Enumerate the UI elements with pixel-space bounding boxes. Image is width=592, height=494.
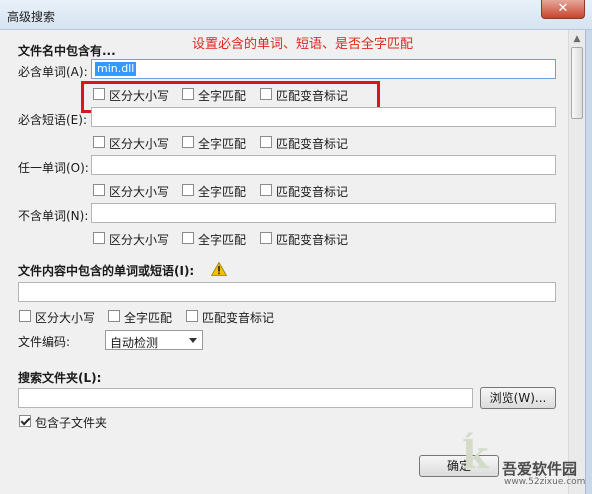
- row3-diacritics-label: 匹配变音标记: [276, 185, 349, 199]
- subfolders-label: 包含子文件夹: [35, 416, 108, 430]
- required-words-value: min.dll: [95, 62, 137, 76]
- encoding-label: 文件编码:: [18, 335, 71, 349]
- folder-section-title: 搜索文件夹(L):: [18, 371, 102, 385]
- row3-diacritics-checkbox[interactable]: [260, 184, 272, 196]
- warning-icon: [211, 262, 227, 276]
- row4-whole-word-label: 全字匹配: [198, 233, 247, 247]
- red-annotation-text: 设置必含的单词、短语、是否全字匹配: [192, 37, 414, 52]
- scroll-up-arrow-icon[interactable]: ▲: [569, 32, 585, 46]
- any-word-input[interactable]: [91, 155, 556, 175]
- row3-whole-word-label: 全字匹配: [198, 185, 247, 199]
- content-case-checkbox[interactable]: [19, 310, 31, 322]
- encoding-value: 自动检测: [110, 336, 159, 350]
- content-section-title: 文件内容中包含的单词或短语(I):: [18, 264, 195, 278]
- encoding-select[interactable]: 自动检测: [105, 330, 203, 350]
- subfolders-checkbox[interactable]: [19, 415, 31, 427]
- watermark-url: www.52zixue.com: [504, 477, 586, 487]
- excluded-words-input[interactable]: [91, 203, 556, 223]
- content-whole-word-label: 全字匹配: [124, 311, 173, 325]
- watermark-glyph: ḱ: [462, 432, 489, 477]
- content-diacritics-label: 匹配变音标记: [202, 311, 275, 325]
- chevron-down-icon: [189, 338, 197, 343]
- filename-section-title: 文件名中包含有...: [18, 44, 116, 58]
- row4-diacritics-label: 匹配变音标记: [276, 233, 349, 247]
- row3-case-checkbox[interactable]: [93, 184, 105, 196]
- row4-case-checkbox[interactable]: [93, 232, 105, 244]
- close-button[interactable]: ✕: [541, 0, 585, 19]
- watermark-logo: ḱ 吾爱软件园 www.52zixue.com: [462, 428, 590, 492]
- row2-case-checkbox[interactable]: [93, 136, 105, 148]
- required-phrase-input[interactable]: [91, 107, 556, 127]
- row2-whole-word-checkbox[interactable]: [182, 136, 194, 148]
- excluded-words-label: 不含单词(N):: [18, 209, 89, 223]
- watermark-site-name: 吾爱软件园: [502, 460, 578, 478]
- row3-whole-word-checkbox[interactable]: [182, 184, 194, 196]
- content-case-label: 区分大小写: [35, 311, 96, 325]
- scroll-thumb[interactable]: [571, 47, 583, 119]
- folder-path-input[interactable]: [18, 388, 473, 408]
- title-bar: 高级搜索 ✕: [0, 0, 592, 30]
- content-search-input[interactable]: [18, 282, 556, 302]
- any-word-label: 任一单词(O):: [18, 161, 89, 175]
- content-diacritics-checkbox[interactable]: [186, 310, 198, 322]
- row4-case-label: 区分大小写: [109, 233, 170, 247]
- row2-whole-word-label: 全字匹配: [198, 137, 247, 151]
- row2-case-label: 区分大小写: [109, 137, 170, 151]
- required-words-input[interactable]: min.dll: [91, 59, 556, 79]
- row4-diacritics-checkbox[interactable]: [260, 232, 272, 244]
- row2-diacritics-label: 匹配变音标记: [276, 137, 349, 151]
- row4-whole-word-checkbox[interactable]: [182, 232, 194, 244]
- browse-button[interactable]: 浏览(W)...: [480, 387, 556, 409]
- required-phrase-label: 必含短语(E):: [18, 113, 87, 127]
- row3-case-label: 区分大小写: [109, 185, 170, 199]
- vertical-scrollbar[interactable]: ▲: [568, 30, 585, 494]
- content-whole-word-checkbox[interactable]: [108, 310, 120, 322]
- window-title: 高级搜索: [7, 10, 56, 24]
- window-frame-right: [585, 30, 592, 494]
- row2-diacritics-checkbox[interactable]: [260, 136, 272, 148]
- required-words-label: 必含单词(A):: [18, 65, 88, 79]
